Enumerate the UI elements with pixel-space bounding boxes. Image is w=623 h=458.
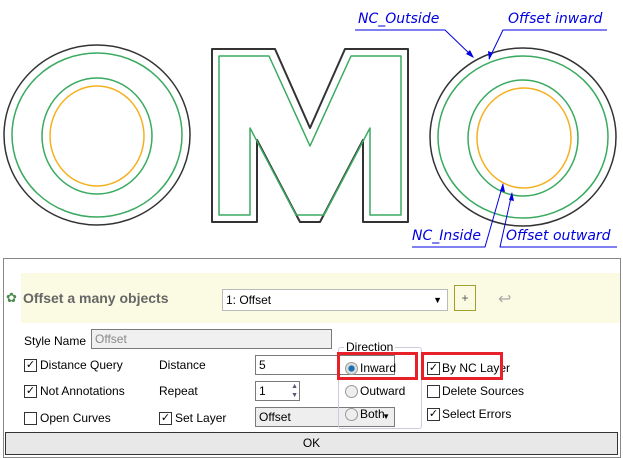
letter-m <box>211 48 409 223</box>
select-errors-checkbox[interactable]: ✓ <box>427 408 440 421</box>
radio-outward-label: Outward <box>360 384 406 398</box>
arrowheads <box>466 50 514 201</box>
not-annotations-checkbox[interactable]: ✓ <box>24 385 37 398</box>
style-name-field[interactable]: Offset <box>91 329 332 349</box>
back-arrow-icon[interactable]: ↩ <box>498 289 511 309</box>
letter-o-left <box>3 44 191 226</box>
layer-value: Offset <box>259 410 291 424</box>
cad-drawing <box>3 29 617 248</box>
distance-query-checkbox[interactable]: ✓ <box>24 359 37 372</box>
label-nc-outside: NC_Outside <box>358 11 440 27</box>
spin-arrows-icon[interactable]: ▲ ▼ <box>291 382 298 400</box>
open-curves-checkbox[interactable] <box>24 412 37 425</box>
repeat-value: 1 <box>259 384 266 398</box>
delete-sources-label: Delete Sources <box>442 384 525 398</box>
highlight-by-nc-layer <box>421 352 503 380</box>
radio-both-label: Both <box>360 407 385 421</box>
repeat-stepper[interactable]: 1 ▲ ▼ <box>255 381 300 401</box>
set-layer-checkbox[interactable]: ✓ <box>159 412 172 425</box>
add-style-button[interactable]: + <box>454 285 476 311</box>
offset-dialog: ✿ Offset a many objects 1: Offset ▼ + ↩ S… <box>3 258 621 458</box>
delete-sources-checkbox[interactable] <box>427 385 440 398</box>
distance-label: Distance <box>159 358 206 372</box>
radio-both[interactable] <box>345 408 358 421</box>
style-select-value: 1: Offset <box>226 293 272 307</box>
radio-outward[interactable] <box>345 385 358 398</box>
letter-o-right <box>429 47 617 227</box>
dialog-title: Offset a many objects <box>23 290 169 306</box>
highlight-inward <box>337 352 418 380</box>
offset-tool-icon: ✿ <box>6 290 17 305</box>
not-annotations-label: Not Annotations <box>40 384 125 398</box>
open-curves-label: Open Curves <box>40 411 111 425</box>
style-select[interactable]: 1: Offset ▼ <box>222 289 448 311</box>
set-layer-label: Set Layer <box>175 411 227 425</box>
ok-button[interactable]: OK <box>5 432 618 455</box>
distance-query-label: Distance Query <box>40 358 123 372</box>
repeat-label: Repeat <box>159 384 198 398</box>
label-nc-inside: NC_Inside <box>412 228 481 244</box>
label-offset-outward: Offset outward <box>506 228 611 244</box>
chevron-down-icon: ▼ <box>433 295 442 305</box>
label-offset-inward: Offset inward <box>508 11 603 27</box>
style-name-label: Style Name <box>24 334 87 348</box>
select-errors-label: Select Errors <box>442 407 512 421</box>
